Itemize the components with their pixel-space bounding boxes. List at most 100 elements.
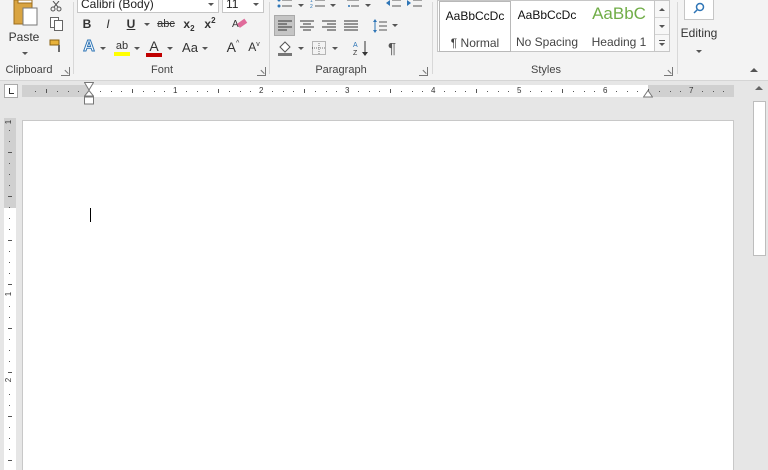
- format-painter-button[interactable]: [48, 38, 64, 54]
- style-sample: AaBbC: [592, 4, 646, 23]
- underline-button[interactable]: U: [121, 15, 141, 33]
- align-center-icon: [299, 20, 314, 30]
- ruler-tick: [218, 89, 219, 93]
- ruler-tick: [9, 438, 10, 439]
- hanging-indent-marker[interactable]: [84, 90, 94, 105]
- chevron-down-icon[interactable]: [365, 4, 371, 7]
- show-marks-button[interactable]: ¶: [382, 38, 402, 58]
- chevron-down-icon[interactable]: [392, 24, 398, 27]
- increase-indent-button[interactable]: [406, 0, 424, 10]
- gallery-up-button[interactable]: [655, 1, 669, 18]
- gallery-down-button[interactable]: [655, 18, 669, 35]
- borders-button[interactable]: [309, 38, 329, 58]
- bullets-button[interactable]: [275, 0, 295, 10]
- ruler-tick: [9, 218, 10, 219]
- ruler-tick: [9, 251, 10, 252]
- ruler-tick: [562, 89, 563, 93]
- font-color-button[interactable]: A: [144, 38, 164, 58]
- paragraph-group-label: Paragraph: [315, 64, 367, 76]
- ruler-tick: [444, 90, 445, 92]
- align-left-button[interactable]: [274, 15, 295, 36]
- copy-button[interactable]: [48, 16, 64, 32]
- chevron-down-icon[interactable]: [330, 4, 336, 7]
- clipboard-dialog-launcher-icon[interactable]: [61, 67, 70, 76]
- chevron-down-icon: [253, 3, 259, 6]
- ruler-tick: [207, 90, 208, 92]
- numbered-list-icon: 12: [310, 0, 325, 9]
- chevron-down-icon[interactable]: [202, 47, 208, 50]
- highlight-button[interactable]: ab: [112, 38, 132, 58]
- right-indent-marker[interactable]: [643, 90, 653, 98]
- pilcrow-icon: ¶: [387, 39, 397, 57]
- line-spacing-button[interactable]: [371, 15, 389, 36]
- chevron-down-icon[interactable]: [167, 47, 173, 50]
- sort-button[interactable]: AZ: [351, 38, 371, 58]
- style-normal[interactable]: AaBbCcDc ¶ Normal: [439, 1, 511, 52]
- paste-button[interactable]: Paste: [4, 0, 44, 55]
- style-name: Heading 1: [591, 35, 647, 49]
- font-size-combo[interactable]: 11: [222, 0, 264, 13]
- bold-button[interactable]: B: [78, 15, 96, 33]
- paragraph-dialog-launcher-icon[interactable]: [419, 67, 428, 76]
- chevron-up-icon: [659, 8, 665, 11]
- editing-button[interactable]: Editing: [680, 0, 718, 58]
- ruler-tick: [100, 90, 101, 92]
- divider: [432, 2, 433, 74]
- shading-button[interactable]: [275, 38, 295, 58]
- vertical-ruler[interactable]: 1 1 2: [4, 118, 16, 470]
- scroll-up-icon[interactable]: [755, 86, 763, 90]
- highlight-label: ab: [115, 40, 129, 52]
- style-heading-1[interactable]: AaBbC Heading 1: [583, 1, 655, 52]
- change-case-button[interactable]: Aa: [178, 38, 202, 56]
- justify-button[interactable]: [340, 15, 361, 36]
- gallery-more-button[interactable]: [655, 35, 669, 52]
- chevron-down-icon[interactable]: [332, 47, 338, 50]
- ruler-tick: [9, 350, 10, 351]
- ruler-tick: [670, 90, 671, 92]
- ruler-tick: [240, 90, 241, 92]
- ruler-tick: [412, 90, 413, 92]
- ruler-tick: [487, 90, 488, 92]
- superscript-button[interactable]: x2: [201, 15, 219, 33]
- chevron-down-icon[interactable]: [134, 47, 140, 50]
- document-page[interactable]: [22, 120, 734, 470]
- align-right-button[interactable]: [318, 15, 339, 36]
- clear-formatting-button[interactable]: A: [230, 15, 250, 33]
- ruler-number: 2: [4, 377, 14, 383]
- styles-dialog-launcher-icon[interactable]: [664, 67, 673, 76]
- ruler-tick: [465, 90, 466, 92]
- ruler-tick: [9, 130, 10, 131]
- text-effects-button[interactable]: A: [80, 38, 98, 56]
- vertical-scrollbar[interactable]: [751, 81, 768, 470]
- font-dialog-launcher-icon[interactable]: [257, 67, 266, 76]
- ruler-tick: [186, 90, 187, 92]
- chevron-down-icon[interactable]: [144, 23, 150, 26]
- subscript-button[interactable]: x2: [180, 15, 198, 33]
- font-name-combo[interactable]: Calibri (Body): [77, 0, 219, 13]
- horizontal-ruler[interactable]: 1 2 3 4 5 6 7: [22, 85, 734, 97]
- cut-button[interactable]: [48, 0, 64, 13]
- style-no-spacing[interactable]: AaBbCcDc No Spacing: [511, 1, 583, 52]
- ruler-tick: [9, 141, 10, 142]
- ruler-tick: [616, 90, 617, 92]
- ruler-tick: [143, 90, 144, 92]
- ruler-number: 1: [4, 291, 14, 297]
- style-sample: AaBbCcDc: [517, 8, 577, 22]
- chevron-down-icon[interactable]: [298, 4, 304, 7]
- strikethrough-button[interactable]: abc: [155, 15, 177, 33]
- italic-button[interactable]: I: [99, 15, 117, 33]
- align-center-button[interactable]: [296, 15, 317, 36]
- numbering-button[interactable]: 12: [308, 0, 328, 10]
- decrease-indent-button[interactable]: [385, 0, 403, 10]
- collapse-ribbon-icon[interactable]: [750, 68, 758, 72]
- chevron-down-icon: [208, 3, 214, 6]
- sort-icon: AZ: [353, 41, 368, 56]
- multilevel-list-button[interactable]: [343, 0, 363, 10]
- shrink-font-button[interactable]: Av: [245, 38, 263, 56]
- chevron-down-icon[interactable]: [100, 47, 106, 50]
- chevron-down-icon[interactable]: [298, 47, 304, 50]
- tab-selector[interactable]: [4, 84, 18, 98]
- ruler-tick: [723, 90, 724, 92]
- scroll-thumb[interactable]: [753, 101, 766, 256]
- grow-font-button[interactable]: A ^: [224, 38, 242, 56]
